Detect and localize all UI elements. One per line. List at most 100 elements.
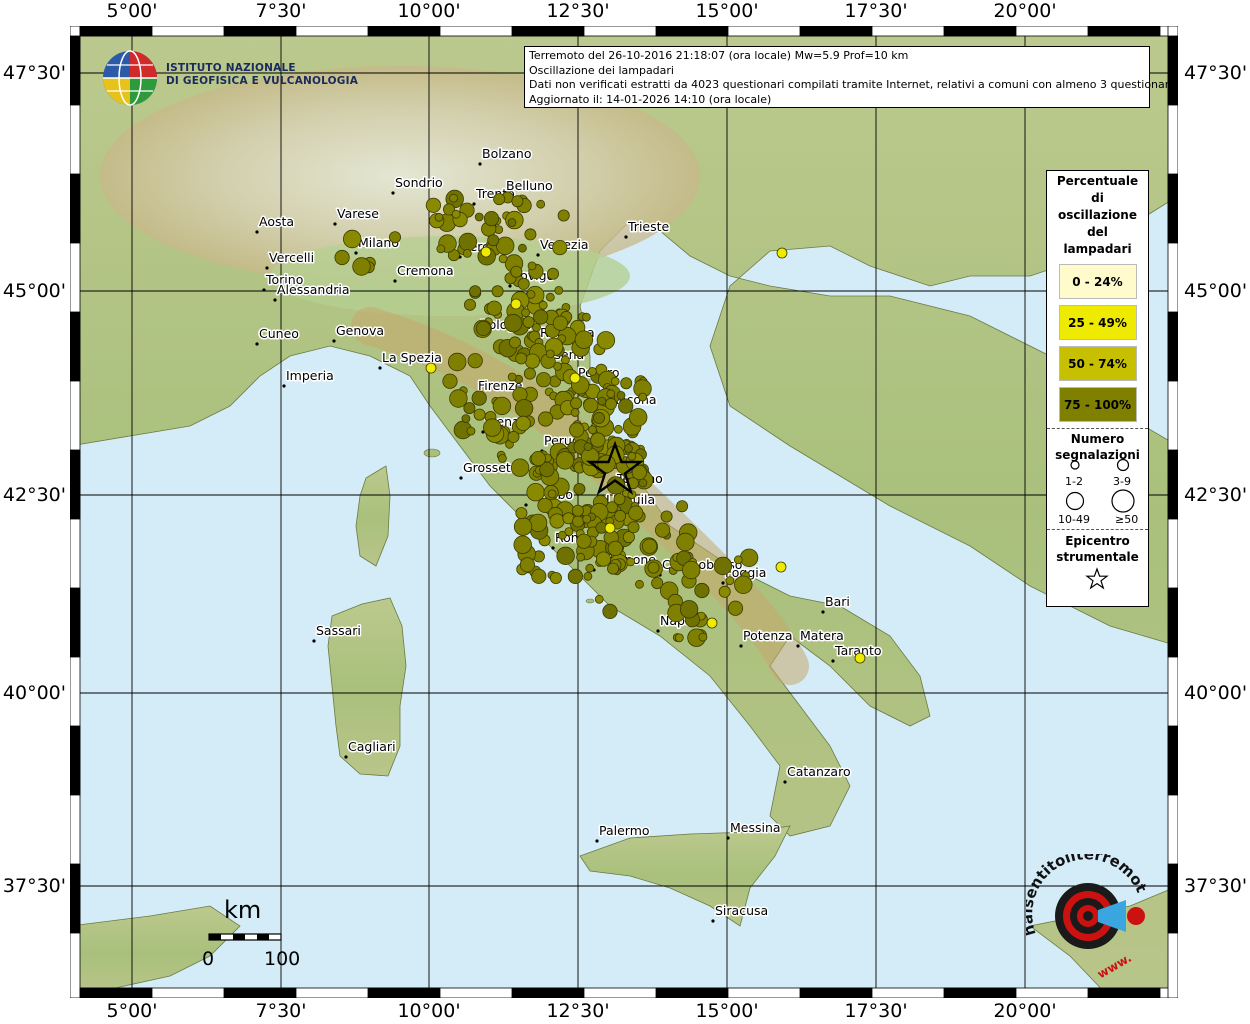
observation-circle xyxy=(698,632,708,642)
observation-circle xyxy=(517,243,527,253)
observation-circle xyxy=(343,229,362,249)
city-marker xyxy=(391,191,395,195)
observation-circle xyxy=(776,247,788,259)
observation-circle xyxy=(570,408,580,417)
city-marker xyxy=(393,279,397,283)
frame-tick xyxy=(1167,311,1178,382)
observation-circle xyxy=(606,389,616,399)
observation-circle xyxy=(463,298,476,311)
observation-circle xyxy=(626,557,635,567)
city-label: Varese xyxy=(337,206,379,221)
city-label: Messina xyxy=(730,820,781,835)
observation-circle xyxy=(510,458,530,477)
observation-circle xyxy=(442,373,458,389)
frame-tick xyxy=(70,587,81,658)
size-symbol-10-49 xyxy=(1065,491,1085,511)
city-label: La Spezia xyxy=(382,350,442,365)
observation-circle xyxy=(569,372,581,384)
observation-circle xyxy=(458,232,478,252)
city-label: Sassari xyxy=(316,623,361,638)
hst-logo-icon: haisentitoilterremoto.it www. xyxy=(1018,840,1151,981)
observation-circle xyxy=(602,603,618,620)
observation-circle xyxy=(638,478,648,488)
city-label: Sondrio xyxy=(395,175,443,190)
observation-circle xyxy=(628,505,644,521)
observation-circle xyxy=(552,315,568,331)
observation-circle xyxy=(567,568,583,585)
observation-circle xyxy=(513,517,533,536)
frame-tick xyxy=(1167,863,1178,934)
lon-label-top: 15°00' xyxy=(695,0,759,22)
frame-tick xyxy=(1167,725,1178,796)
frame-tick xyxy=(943,26,1017,37)
frame-tick xyxy=(79,26,153,37)
observation-circle xyxy=(588,366,597,376)
observation-circle xyxy=(498,254,508,264)
observation-circle xyxy=(526,483,545,502)
observation-circle xyxy=(674,633,684,643)
observation-circle xyxy=(475,320,491,336)
frame-tick xyxy=(70,449,81,520)
city-label: Matera xyxy=(800,628,844,643)
ingv-globe-icon xyxy=(103,50,157,106)
lon-label-top: 7°30' xyxy=(255,0,307,22)
observation-circle xyxy=(620,377,633,390)
observation-circle xyxy=(676,500,689,513)
frame-tick xyxy=(1167,35,1178,106)
observation-circle xyxy=(466,426,476,436)
observation-circle xyxy=(493,193,506,206)
city-marker xyxy=(378,366,382,370)
observation-circle xyxy=(775,561,787,573)
observation-circle xyxy=(536,199,546,209)
frame-tick xyxy=(223,26,297,37)
scale-unit: km xyxy=(224,896,262,924)
lat-label-right: 47°30' xyxy=(1184,62,1248,84)
size-symbol-3-9 xyxy=(1116,458,1130,472)
observation-circle xyxy=(483,211,500,227)
observation-circle xyxy=(593,411,606,424)
observation-circle xyxy=(713,556,733,576)
observation-circle xyxy=(474,212,484,222)
legend-separator xyxy=(1047,529,1148,530)
lon-label-bottom: 10°00' xyxy=(397,1000,461,1022)
frame-tick xyxy=(511,26,585,37)
size-symbol-50 xyxy=(1111,489,1135,513)
lat-label-left: 42°30' xyxy=(2,484,66,506)
observation-circle xyxy=(549,572,562,585)
observation-circle xyxy=(607,562,620,575)
observation-circle xyxy=(514,399,534,418)
map-canvas[interactable]: BolzanoTrentoBellunoSondrioVareseAostaMi… xyxy=(70,26,1178,998)
info-line-updated: Aggiornato il: 14-01-2026 14:10 (ora loc… xyxy=(529,92,772,106)
observation-circle xyxy=(538,300,548,310)
frame-tick xyxy=(943,987,1017,998)
observation-circle xyxy=(545,349,555,359)
observation-circle xyxy=(510,298,522,310)
city-label: Alessandria xyxy=(277,282,350,297)
city-marker xyxy=(262,288,266,292)
observation-circle xyxy=(718,585,731,598)
observation-circle xyxy=(531,568,547,584)
observation-circle xyxy=(706,617,718,629)
city-label: Bari xyxy=(825,594,850,609)
scale-bar: km 0 100 xyxy=(196,896,306,976)
city-marker xyxy=(472,202,476,206)
frame-tick xyxy=(511,987,585,998)
observation-circle xyxy=(425,362,437,374)
scale-bar-graphic xyxy=(208,933,282,941)
legend-separator xyxy=(1047,428,1148,429)
size-symbol-1-2 xyxy=(1070,460,1080,470)
frame-tick xyxy=(1167,173,1178,244)
epicenter-star-icon xyxy=(1085,567,1109,590)
map-frame: Bolzano Trento Belluno Sondrio Varese Aosta Mi… xyxy=(70,26,1178,998)
city-marker xyxy=(711,919,715,923)
frame-tick xyxy=(1087,26,1161,37)
observation-circle xyxy=(604,522,616,534)
observation-circle xyxy=(629,408,648,427)
city-marker xyxy=(273,298,277,302)
observation-circle xyxy=(576,552,586,562)
observation-circle xyxy=(682,560,701,580)
observation-circle xyxy=(519,557,535,573)
observation-circle xyxy=(583,571,593,581)
lat-label-left: 45°00' xyxy=(2,280,66,302)
observation-circle xyxy=(515,352,528,365)
